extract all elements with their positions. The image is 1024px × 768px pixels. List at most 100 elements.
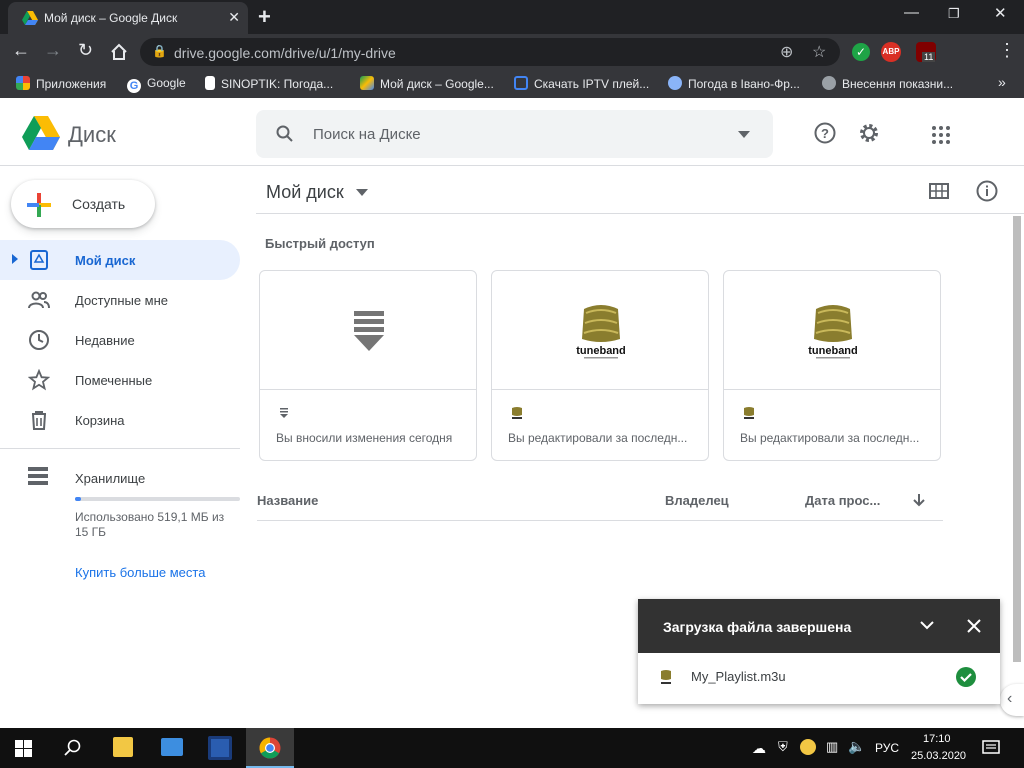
storage-used-text: Использовано 519,1 МБ из	[75, 510, 225, 524]
bookmark-drive[interactable]: Мой диск – Google...	[360, 76, 494, 91]
forward-icon[interactable]: →	[44, 40, 62, 61]
buy-storage-link[interactable]: Купить больше места	[75, 565, 205, 580]
sidebar-item-my-drive[interactable]: Мой диск	[0, 240, 240, 280]
upload-file-row[interactable]: My_Playlist.m3u	[638, 653, 1000, 704]
search-options-icon[interactable]	[738, 131, 750, 138]
back-icon[interactable]: ←	[12, 40, 30, 61]
volume-icon[interactable]: 🔈	[848, 738, 865, 755]
drive-favicon-icon	[22, 11, 38, 25]
minimize-icon[interactable]: —	[904, 4, 919, 21]
search-icon[interactable]	[276, 125, 294, 143]
create-button[interactable]: Создать	[11, 180, 155, 228]
title-dropdown-icon[interactable]	[356, 189, 368, 196]
quick-access-card[interactable]: tuneband Вы редактировали за последн...	[491, 270, 709, 461]
details-info-icon[interactable]	[976, 180, 998, 202]
security-tray-icon[interactable]	[800, 739, 816, 755]
home-icon[interactable]	[110, 43, 128, 61]
settings-gear-icon[interactable]	[858, 122, 880, 144]
close-window-icon[interactable]: ✕	[994, 4, 1007, 22]
bookmarks-more-icon[interactable]: »	[998, 74, 1006, 90]
tuneband-logo: tuneband	[808, 305, 858, 359]
search-box[interactable]: Поиск на Диске	[256, 110, 773, 158]
drive-header: Диск Поиск на Диске ?	[0, 98, 1024, 166]
network-icon[interactable]: ▥	[826, 739, 838, 755]
address-bar[interactable]: 🔒 drive.google.com/drive/u/1/my-drive ⊕ …	[140, 38, 840, 66]
page-title[interactable]: Мой диск	[266, 182, 344, 203]
card-description: Вы вносили изменения сегодня	[276, 431, 453, 445]
bookmark-apps[interactable]: Приложения	[16, 76, 106, 91]
reload-icon[interactable]: ↻	[78, 40, 93, 61]
column-header-name[interactable]: Название	[257, 493, 318, 508]
chrome-icon	[259, 737, 281, 759]
quick-access-card[interactable]: Вы вносили изменения сегодня	[259, 270, 477, 461]
sidebar-item-label: Мой диск	[75, 253, 136, 268]
search-input[interactable]: Поиск на Диске	[313, 126, 421, 143]
clock-time[interactable]: 17:10	[923, 733, 951, 745]
onedrive-icon[interactable]: ☁	[752, 740, 766, 757]
control-panel-icon[interactable]	[161, 738, 183, 756]
sidebar-item-starred[interactable]: Помеченные	[0, 360, 240, 400]
google-apps-icon[interactable]	[932, 126, 950, 144]
thermometer-icon	[205, 76, 215, 90]
chrome-taskbar-button[interactable]	[246, 728, 294, 768]
toast-title: Загрузка файла завершена	[663, 619, 852, 635]
add-site-icon[interactable]: ⊕	[780, 42, 793, 62]
storage-label[interactable]: Хранилище	[75, 471, 145, 486]
sidebar-item-recent[interactable]: Недавние	[0, 320, 240, 360]
globe-icon	[822, 76, 836, 90]
tab-close-icon[interactable]: ✕	[228, 9, 240, 25]
column-header-date[interactable]: Дата прос...	[805, 493, 880, 508]
grid-view-icon[interactable]	[929, 183, 949, 199]
starred-icon	[28, 369, 50, 391]
language-indicator[interactable]: РУС	[875, 741, 899, 755]
save-app-icon[interactable]	[208, 736, 232, 760]
side-panel-toggle[interactable]: ‹	[1000, 684, 1024, 716]
quick-access-card[interactable]: tuneband Вы редактировали за последн...	[723, 270, 941, 461]
bookmark-star-icon[interactable]: ☆	[812, 42, 826, 62]
storage-progress-bar	[75, 497, 240, 501]
extension-check-icon[interactable]: ✓	[852, 43, 870, 61]
restore-icon[interactable]: ❐	[948, 6, 960, 22]
file-type-icon	[280, 408, 288, 418]
sidebar-item-trash[interactable]: Корзина	[0, 400, 240, 440]
apps-grid-icon	[16, 76, 30, 90]
storage-icon	[28, 467, 48, 485]
defender-icon[interactable]: ⛨	[778, 739, 788, 755]
bookmark-google[interactable]: G Google	[127, 76, 186, 93]
new-tab-button[interactable]: +	[258, 4, 271, 30]
windows-start-icon[interactable]	[15, 740, 32, 757]
bookmark-iptv[interactable]: Скачать IPTV плей...	[514, 76, 649, 91]
url-text: drive.google.com/drive/u/1/my-drive	[174, 45, 396, 61]
sidebar-item-shared[interactable]: Доступные мне	[0, 280, 240, 320]
chevron-down-icon[interactable]	[920, 621, 934, 630]
card-description: Вы редактировали за последн...	[740, 431, 920, 445]
bookmark-readings[interactable]: Внесення показни...	[822, 76, 953, 91]
notifications-icon[interactable]	[982, 740, 1000, 756]
close-icon[interactable]	[967, 619, 981, 633]
adblock-extension-icon[interactable]: ABP	[881, 42, 901, 62]
scrollbar-thumb[interactable]	[1013, 216, 1021, 662]
drive-logo-icon[interactable]	[22, 116, 60, 150]
search-icon[interactable]	[64, 739, 82, 757]
svg-text:?: ?	[821, 126, 829, 141]
bookmark-weather[interactable]: Погода в Івано-Фр...	[668, 76, 800, 91]
weather-icon	[668, 76, 682, 90]
file-explorer-icon[interactable]	[113, 737, 133, 757]
clock-date[interactable]: 25.03.2020	[911, 750, 966, 762]
menu-icon[interactable]: ⋮	[998, 40, 1016, 61]
browser-tab[interactable]: Мой диск – Google Диск ✕	[8, 2, 248, 34]
bookmarks-bar: Приложения G Google SINOPTIK: Погода... М…	[0, 70, 1024, 98]
create-label: Создать	[72, 196, 126, 212]
column-header-owner[interactable]: Владелец	[665, 493, 729, 508]
sidebar-divider	[0, 448, 240, 449]
help-icon[interactable]: ?	[814, 122, 836, 144]
card-description: Вы редактировали за последн...	[508, 431, 688, 445]
trash-icon	[32, 411, 46, 430]
expand-arrow-icon[interactable]	[12, 254, 18, 264]
bookmark-sinoptik[interactable]: SINOPTIK: Погода...	[205, 76, 333, 91]
plus-icon	[27, 193, 51, 217]
storage-progress-fill	[75, 497, 81, 501]
lock-icon: 🔒	[152, 44, 167, 58]
sort-arrow-icon[interactable]	[912, 493, 926, 507]
file-type-icon	[744, 407, 754, 419]
